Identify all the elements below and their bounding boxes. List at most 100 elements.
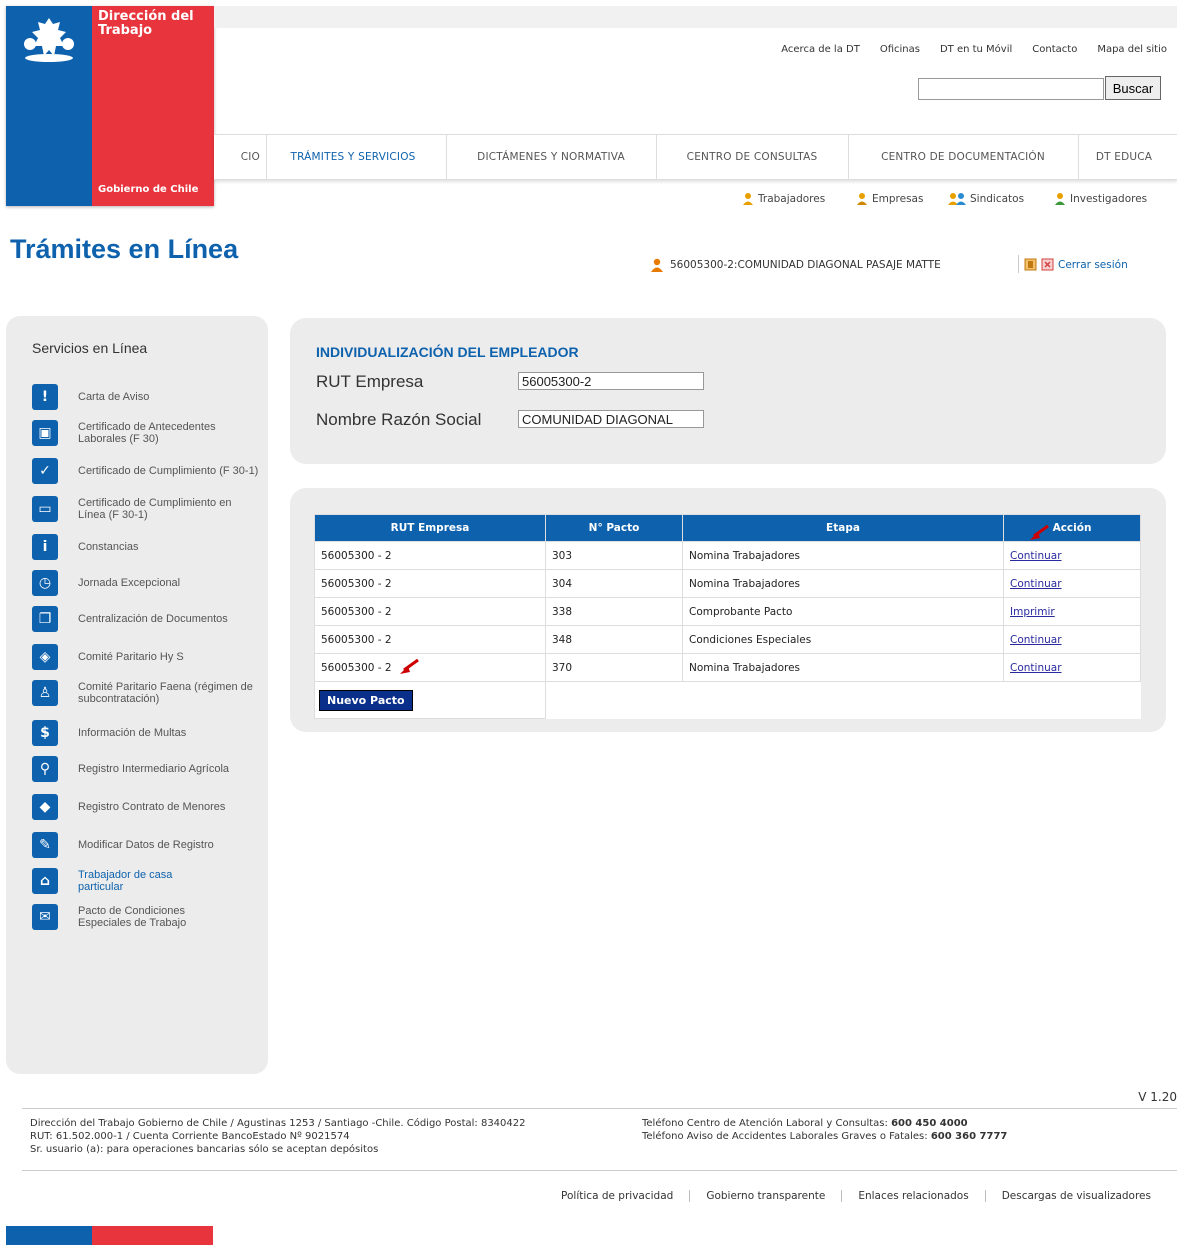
table-row-actions: Nuevo Pacto (314, 681, 1141, 719)
pacts-table: RUT Empresa N° Pacto Etapa Acción 560053… (314, 514, 1141, 719)
footer-divider (22, 1108, 1177, 1109)
footer-address: Dirección del Trabajo Gobierno de Chile … (30, 1118, 526, 1155)
footer-phones: Teléfono Centro de Atención Laboral y Co… (642, 1118, 1008, 1142)
house-icon: ⌂ (32, 868, 58, 894)
footer-divider (22, 1170, 1177, 1171)
site-logo[interactable]: Dirección del Trabajo Gobierno de Chile (6, 6, 214, 206)
sidebar: Servicios en Línea ! Carta de Aviso ▣ Ce… (6, 316, 268, 1074)
worker-icon: ♙ (32, 680, 58, 706)
continue-link[interactable]: Continuar (1010, 550, 1062, 562)
sidebar-item-menores[interactable]: ◆ Registro Contrato de Menores (32, 794, 262, 820)
online-certificate-icon: ▭ (32, 496, 58, 522)
top-links: Acerca de la DT Oficinas DT en tu Móvil … (781, 44, 1167, 55)
user-icon (651, 258, 663, 272)
audience-workers[interactable]: Trabajadores (742, 192, 825, 205)
business-name-label: Nombre Razón Social (316, 410, 482, 429)
company-person-icon (857, 193, 867, 205)
top-link-mobile[interactable]: DT en tu Móvil (940, 44, 1012, 55)
agricultural-icon: ⚲ (32, 756, 58, 782)
sidebar-item-pacto[interactable]: ✉ Pacto de Condiciones Especiales de Tra… (32, 904, 262, 930)
nav-item-consultas[interactable]: CENTRO DE CONSULTAS (656, 135, 849, 179)
sidebar-title: Servicios en Línea (32, 340, 148, 356)
table-row: 56005300 - 2 348 Condiciones Especiales … (314, 625, 1141, 654)
sidebar-item-casa-particular[interactable]: ⌂ Trabajador de casa particular (32, 868, 262, 894)
documents-icon: ❐ (32, 606, 58, 632)
business-name-field[interactable]: COMUNIDAD DIAGONAL (518, 410, 704, 428)
sidebar-item-carta-aviso[interactable]: ! Carta de Aviso (32, 384, 262, 410)
logo-government-label: Gobierno de Chile (98, 184, 199, 195)
footer-link-downloads[interactable]: Descargas de visualizadores (984, 1190, 1167, 1202)
audience-researchers[interactable]: Investigadores (1054, 192, 1147, 205)
footer-links: Política de privacidad Gobierno transpar… (545, 1190, 1167, 1202)
annotation-arrow-icon (400, 658, 419, 674)
col-action: Acción (1003, 514, 1141, 542)
table-row: 56005300 - 2 338 Comprobante Pacto Impri… (314, 597, 1141, 626)
pacts-panel: RUT Empresa N° Pacto Etapa Acción 560053… (290, 488, 1166, 732)
footer-link-related[interactable]: Enlaces relacionados (841, 1190, 984, 1202)
edit-icon: ✎ (32, 832, 58, 858)
pact-icon: ✉ (32, 904, 58, 930)
sidebar-item-f30-1-online[interactable]: ▭ Certificado de Cumplimiento en Línea (… (32, 496, 262, 522)
footer-link-privacy[interactable]: Política de privacidad (545, 1190, 689, 1202)
committee-icon: ◈ (32, 644, 58, 670)
top-link-about[interactable]: Acerca de la DT (781, 44, 860, 55)
nav-item-dictamenes[interactable]: DICTÁMENES Y NORMATIVA (446, 135, 657, 179)
top-link-sitemap[interactable]: Mapa del sitio (1097, 44, 1167, 55)
nav-item-tramites[interactable]: TRÁMITES Y SERVICIOS (260, 135, 447, 179)
print-link[interactable]: Imprimir (1010, 606, 1055, 618)
search-input[interactable] (918, 78, 1104, 100)
certificate-icon: ▣ (32, 420, 58, 446)
audience-unions[interactable]: Sindicatos (948, 192, 1024, 205)
worker-person-icon (743, 193, 753, 205)
footer-brand-red (92, 1226, 213, 1245)
page-title: Trámites en Línea (10, 234, 239, 264)
session-user: 56005300-2:COMUNIDAD DIAGONAL PASAJE MAT… (650, 258, 941, 272)
nav-item-documentacion[interactable]: CENTRO DE DOCUMENTACIÓN (848, 135, 1079, 179)
logo-title: Dirección del Trabajo (98, 9, 194, 38)
rut-field[interactable]: 56005300-2 (518, 372, 704, 390)
sidebar-item-intermediario[interactable]: ⚲ Registro Intermediario Agrícola (32, 756, 262, 782)
continue-link[interactable]: Continuar (1010, 662, 1062, 674)
footer-link-transparency[interactable]: Gobierno transparente (689, 1190, 841, 1202)
sidebar-item-comite-faena[interactable]: ♙ Comité Paritario Faena (régimen de sub… (32, 680, 262, 706)
fines-icon: $ (32, 720, 58, 746)
search-button[interactable]: Buscar (1105, 76, 1161, 100)
sidebar-item-jornada[interactable]: ◷ Jornada Excepcional (32, 570, 262, 596)
continue-link[interactable]: Continuar (1010, 578, 1062, 590)
sidebar-item-f30-1[interactable]: ✓ Certificado de Cumplimiento (F 30-1) (32, 458, 262, 484)
sidebar-item-constancias[interactable]: i Constancias (32, 534, 262, 560)
footer-brand-blue (6, 1226, 92, 1245)
coat-of-arms-icon (24, 18, 74, 62)
sidebar-item-comite-hys[interactable]: ◈ Comité Paritario Hy S (32, 644, 262, 670)
continue-link[interactable]: Continuar (1010, 634, 1062, 646)
version-label: V 1.20 (1138, 1090, 1177, 1104)
document-icon: i (32, 534, 58, 560)
col-rut: RUT Empresa (314, 514, 546, 542)
table-header-row: RUT Empresa N° Pacto Etapa Acción (314, 514, 1141, 542)
warning-letter-icon: ! (32, 384, 58, 410)
col-stage: Etapa (682, 514, 1004, 542)
new-pact-button[interactable]: Nuevo Pacto (319, 689, 413, 711)
exit-icon (1041, 258, 1054, 271)
logout-link[interactable]: Cerrar sesión (1024, 258, 1128, 271)
unions-people-icon (948, 193, 966, 205)
top-link-contact[interactable]: Contacto (1032, 44, 1077, 55)
session-divider (1018, 255, 1019, 273)
top-link-offices[interactable]: Oficinas (880, 44, 920, 55)
sidebar-item-modificar[interactable]: ✎ Modificar Datos de Registro (32, 832, 262, 858)
audience-companies[interactable]: Empresas (856, 192, 923, 205)
table-row: 56005300 - 2 304 Nomina Trabajadores Con… (314, 569, 1141, 598)
minors-icon: ◆ (32, 794, 58, 820)
certificate-check-icon: ✓ (32, 458, 58, 484)
clock-icon: ◷ (32, 570, 58, 596)
door-icon (1024, 258, 1037, 271)
rut-label: RUT Empresa (316, 372, 424, 391)
nav-item-educa[interactable]: DT EDUCA (1078, 135, 1170, 179)
sidebar-item-multas[interactable]: $ Información de Multas (32, 720, 262, 746)
main-nav: CIO TRÁMITES Y SERVICIOS DICTÁMENES Y NO… (214, 134, 1177, 180)
sidebar-item-f30[interactable]: ▣ Certificado de Antecedentes Laborales … (32, 420, 262, 446)
researcher-person-icon (1055, 193, 1065, 205)
employer-title: INDIVIDUALIZACIÓN DEL EMPLEADOR (316, 344, 579, 360)
sidebar-item-centralizacion[interactable]: ❐ Centralización de Documentos (32, 606, 262, 632)
col-num: N° Pacto (545, 514, 683, 542)
